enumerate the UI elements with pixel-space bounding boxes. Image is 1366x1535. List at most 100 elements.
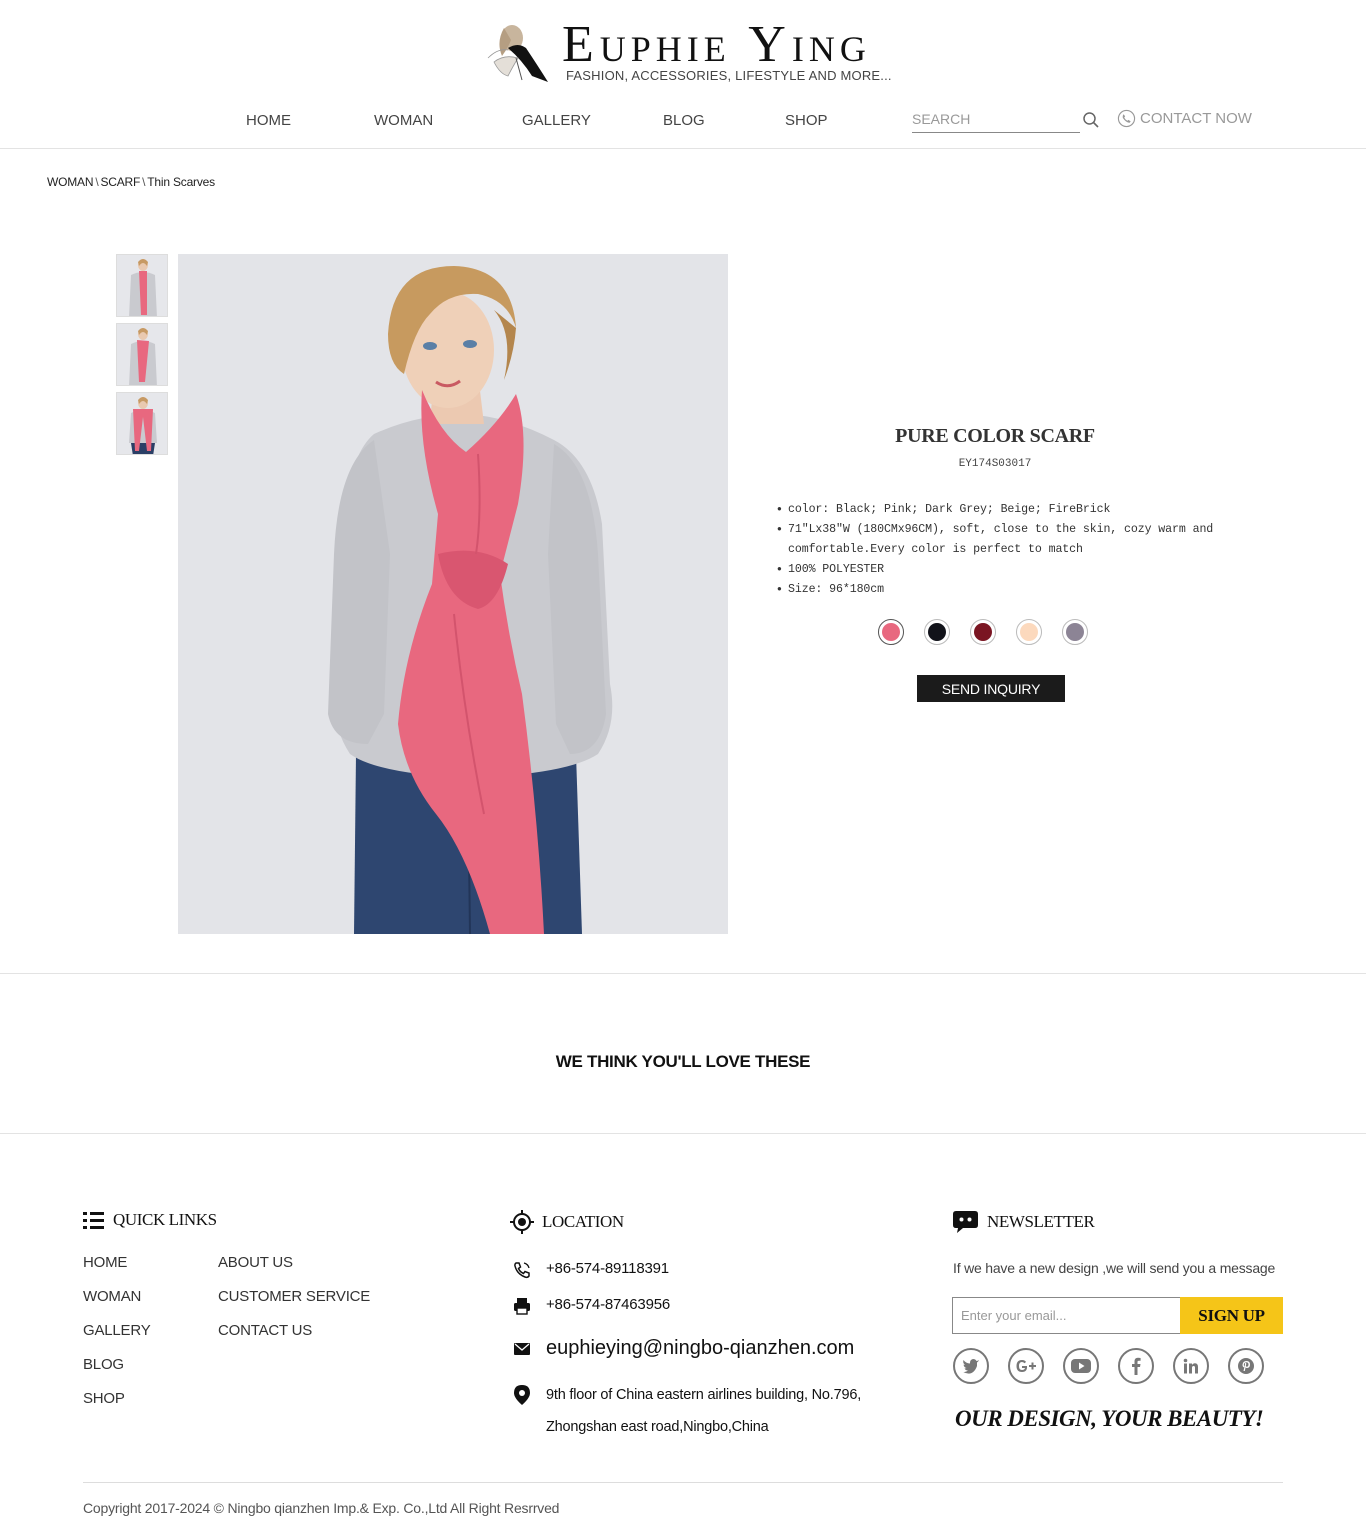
color-swatch-pink[interactable] [878,619,904,645]
search-icon[interactable] [1082,111,1100,129]
swatch-fill [882,623,900,641]
newsletter-heading: NEWSLETTER [952,1210,1284,1234]
color-swatch-firebrick[interactable] [970,619,996,645]
newsletter-heading-label: NEWSLETTER [987,1212,1095,1231]
breadcrumb-separator: \ [142,175,146,189]
brand-name-initial-2: Y [748,16,792,73]
mail-icon [514,1343,530,1355]
contact-phone: +86-574-89118391 [510,1260,669,1280]
twitter-icon[interactable] [953,1348,989,1384]
newsletter-email-input[interactable] [952,1297,1180,1334]
search-input[interactable] [912,108,1072,130]
sign-up-button[interactable]: SIGN UP [1180,1297,1283,1334]
youtube-icon[interactable] [1063,1348,1099,1384]
footer-newsletter: NEWSLETTER If we have a new design ,we w… [952,1210,1284,1431]
contact-phone-number[interactable]: +86-574-89118391 [546,1260,669,1277]
product-thumbnail[interactable] [116,323,168,386]
breadcrumb-item-scarf[interactable]: SCARF [100,175,140,189]
contact-email: euphieying@ningbo-qianzhen.com [510,1337,854,1361]
brand-tagline: FASHION, ACCESSORIES, LIFESTYLE AND MORE… [566,68,892,83]
contact-address-text: 9th floor of China eastern airlines buil… [546,1387,862,1435]
product-feature: 71"Lx38"W (180CMx96CM), soft, close to t… [777,520,1237,560]
brand-name-initial-1: E [562,16,600,73]
product-feature-list: color: Black; Pink; Dark Grey; Beige; Fi… [777,500,1237,600]
contact-now-link[interactable]: CONTACT NOW [1117,108,1252,128]
brand-logo[interactable]: EUPHIE YING FASHION, ACCESSORIES, LIFEST… [478,16,898,90]
nav-item-home[interactable]: HOME [246,112,291,129]
related-products-title: WE THINK YOU'LL LOVE THESE [555,1052,811,1071]
footer-quick-links: QUICK LINKS HOME WOMAN GALLERY BLOG SHOP… [83,1210,423,1407]
thumbnail-image [117,255,167,316]
product-feature: Size: 96*180cm [777,580,1237,600]
contact-email-address[interactable]: euphieying@ningbo-qianzhen.com [546,1337,854,1360]
map-pin-icon [514,1385,530,1405]
breadcrumb-item-woman[interactable]: WOMAN [47,175,94,189]
contact-fax: +86-574-87463956 [510,1296,670,1316]
copyright-text: Copyright 2017-2024 © Ningbo qianzhen Im… [83,1500,560,1516]
swatch-fill [928,623,946,641]
location-heading: LOCATION [510,1210,910,1234]
site-header: EUPHIE YING FASHION, ACCESSORIES, LIFEST… [0,0,1366,149]
thumbnail-image [117,393,167,454]
linkedin-icon[interactable] [1173,1348,1209,1384]
nav-item-blog[interactable]: BLOG [663,112,705,129]
footer-link-home[interactable]: HOME [83,1254,127,1271]
swatch-fill [1066,623,1084,641]
logo-woman-figure-icon [487,25,548,82]
pinterest-icon[interactable] [1228,1348,1264,1384]
social-links [953,1348,1264,1384]
footer-divider [83,1482,1283,1483]
breadcrumb: WOMAN \ SCARF \ Thin Scarves [47,175,215,189]
crosshair-location-icon [510,1210,534,1234]
color-swatch-black[interactable] [924,619,950,645]
nav-item-woman[interactable]: WOMAN [374,112,433,129]
section-divider [0,1133,1366,1134]
footer-link-contact-us[interactable]: CONTACT US [218,1322,312,1339]
footer-location: LOCATION +86-574-89118391 +86-574-874639… [510,1210,910,1435]
contact-fax-number: +86-574-87463956 [546,1296,670,1313]
product-title: PURE COLOR SCARF [895,425,1095,447]
brand-name-rest-1: UPHIE [599,29,731,69]
thumbnail-image [117,324,167,385]
newsletter-description: If we have a new design ,we will send yo… [953,1260,1276,1276]
list-icon [83,1212,104,1229]
breadcrumb-separator: \ [95,175,99,189]
product-thumbnail[interactable] [116,254,168,317]
color-swatch-dark-grey[interactable] [1062,619,1088,645]
footer-link-blog[interactable]: BLOG [83,1356,124,1373]
footer-link-shop[interactable]: SHOP [83,1390,125,1407]
chat-bubble-icon [953,1211,978,1233]
phone-circle-icon [1117,109,1136,127]
color-swatch-beige[interactable] [1016,619,1042,645]
footer-link-woman[interactable]: WOMAN [83,1288,141,1305]
product-feature: 100% POLYESTER [777,560,1237,580]
brand-name-rest-2: ING [791,29,871,69]
phone-icon [514,1262,530,1279]
product-feature: color: Black; Pink; Dark Grey; Beige; Fi… [777,500,1237,520]
quick-links-heading-label: QUICK LINKS [113,1210,217,1229]
facebook-icon[interactable] [1118,1348,1154,1384]
brand-slogan: OUR DESIGN, YOUR BEAUTY! [955,1406,1264,1431]
section-divider [0,973,1366,974]
nav-item-shop[interactable]: SHOP [785,112,828,129]
send-inquiry-button[interactable]: SEND INQUIRY [917,675,1065,702]
model-wearing-scarf-image [178,254,728,934]
breadcrumb-item-thin-scarves[interactable]: Thin Scarves [147,175,215,189]
swatch-fill [1020,623,1038,641]
quick-links-heading: QUICK LINKS [83,1210,423,1230]
search-box [912,108,1080,133]
product-code: EY174S03017 [958,458,1032,470]
google-plus-icon[interactable] [1008,1348,1044,1384]
footer-link-gallery[interactable]: GALLERY [83,1322,151,1339]
contact-address: 9th floor of China eastern airlines buil… [510,1379,876,1443]
product-main-image[interactable] [178,254,728,934]
footer-link-customer-service[interactable]: CUSTOMER SERVICE [218,1288,370,1305]
swatch-fill [974,623,992,641]
footer-link-about-us[interactable]: ABOUT US [218,1254,293,1271]
color-swatch-list [878,619,1088,645]
product-thumbnail[interactable] [116,392,168,455]
location-heading-label: LOCATION [542,1212,624,1231]
thumbnail-list [116,254,168,461]
fax-printer-icon [514,1298,530,1315]
nav-item-gallery[interactable]: GALLERY [522,112,591,129]
